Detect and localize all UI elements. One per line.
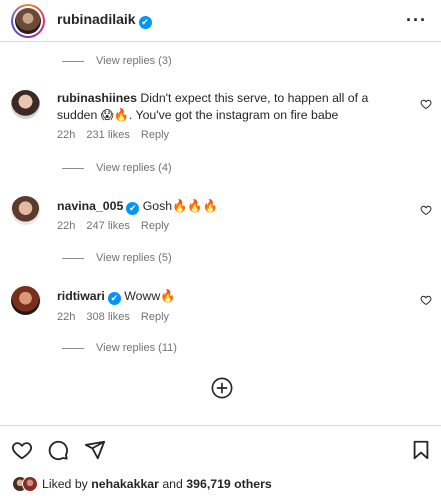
comment-item: rubinashiines Didn't expect this serve, …	[0, 88, 441, 144]
comment-time: 22h	[57, 311, 76, 323]
view-replies-button[interactable]: View replies (4)	[62, 160, 172, 176]
commenter-avatar[interactable]	[11, 196, 40, 225]
likes-text: Liked by nehakakkar and 396,719 others	[42, 477, 272, 491]
view-replies-button[interactable]: View replies (5)	[62, 250, 172, 266]
verified-badge-icon: ✔	[138, 16, 152, 29]
comment-username[interactable]: ridtiwari	[57, 289, 105, 303]
load-more-comments-icon[interactable]	[211, 377, 233, 399]
reply-button[interactable]: Reply	[141, 129, 169, 141]
comment-username[interactable]: rubinashiines	[57, 91, 137, 105]
commenter-avatar[interactable]	[11, 90, 40, 119]
comment-heart-icon[interactable]	[420, 294, 432, 306]
post-action-bar: Liked by nehakakkar and 396,719 others	[0, 425, 441, 496]
view-replies-button[interactable]: View replies (11)	[62, 340, 177, 356]
comment-body: Woww🔥	[124, 289, 176, 303]
verified-badge-icon: ✔	[126, 202, 140, 215]
comment-meta: 22h 308 likes Reply	[57, 311, 177, 323]
send-icon[interactable]	[84, 439, 106, 461]
comment-username[interactable]: navina_005	[57, 199, 123, 213]
divider-line	[62, 167, 84, 169]
comment-body: Gosh🔥🔥🔥	[142, 199, 219, 213]
comment-heart-icon[interactable]	[420, 204, 432, 216]
comment-icon[interactable]	[47, 439, 69, 461]
profile-avatar[interactable]	[11, 4, 45, 38]
view-replies-label: View replies (5)	[96, 252, 172, 264]
divider-line	[62, 60, 84, 62]
view-replies-label: View replies (3)	[96, 55, 172, 67]
comment-likes[interactable]: 247 likes	[86, 220, 129, 232]
comment-heart-icon[interactable]	[420, 98, 432, 110]
comment-item: ridtiwari ✔ Woww🔥 22h 308 likes Reply	[0, 284, 441, 326]
comment-likes[interactable]: 231 likes	[86, 129, 129, 141]
comment-likes[interactable]: 308 likes	[86, 311, 129, 323]
profile-username-row[interactable]: rubinadilaik ✔	[57, 11, 152, 29]
comment-time: 22h	[57, 220, 76, 232]
heart-icon[interactable]	[11, 439, 33, 461]
comment-time: 22h	[57, 129, 76, 141]
comment-text: navina_005 ✔ Gosh🔥🔥🔥	[57, 198, 407, 215]
divider-line	[62, 347, 84, 349]
likes-count[interactable]: 396,719 others	[186, 477, 271, 491]
view-replies-label: View replies (11)	[96, 342, 177, 354]
more-horizontal-icon[interactable]: ···	[406, 10, 427, 31]
liker-username[interactable]: nehakakkar	[91, 477, 159, 491]
commenter-avatar[interactable]	[11, 286, 40, 315]
comment-item: navina_005 ✔ Gosh🔥🔥🔥 22h 247 likes Reply	[0, 194, 441, 236]
likes-and: and	[162, 477, 183, 491]
comment-meta: 22h 247 likes Reply	[57, 220, 177, 232]
divider-line	[62, 257, 84, 259]
comment-text: rubinashiines Didn't expect this serve, …	[57, 90, 407, 124]
profile-username[interactable]: rubinadilaik	[57, 11, 136, 27]
reply-button[interactable]: Reply	[141, 311, 169, 323]
view-replies-label: View replies (4)	[96, 162, 172, 174]
view-replies-button[interactable]: View replies (3)	[62, 53, 172, 69]
liker-avatar	[22, 476, 38, 492]
likes-prefix: Liked by	[42, 477, 88, 491]
comment-text: ridtiwari ✔ Woww🔥	[57, 288, 407, 305]
post-header: rubinadilaik ✔ ···	[0, 0, 441, 42]
bookmark-icon[interactable]	[410, 439, 432, 461]
comment-meta: 22h 231 likes Reply	[57, 129, 177, 141]
verified-badge-icon: ✔	[107, 292, 121, 305]
likes-summary[interactable]: Liked by nehakakkar and 396,719 others	[12, 476, 272, 492]
reply-button[interactable]: Reply	[141, 220, 169, 232]
